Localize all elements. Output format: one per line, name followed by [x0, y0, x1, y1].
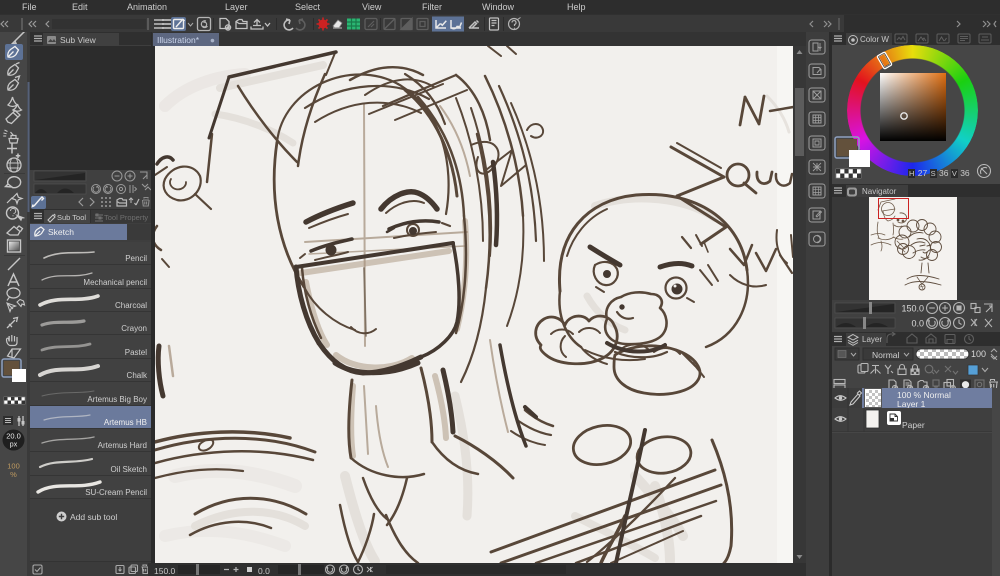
svg-text:20.0: 20.0: [6, 432, 21, 441]
svg-text:%: %: [10, 470, 17, 479]
svg-text:px: px: [10, 442, 18, 449]
svg-text:150.0: 150.0: [901, 304, 924, 314]
svg-text:0.0: 0.0: [911, 319, 924, 329]
